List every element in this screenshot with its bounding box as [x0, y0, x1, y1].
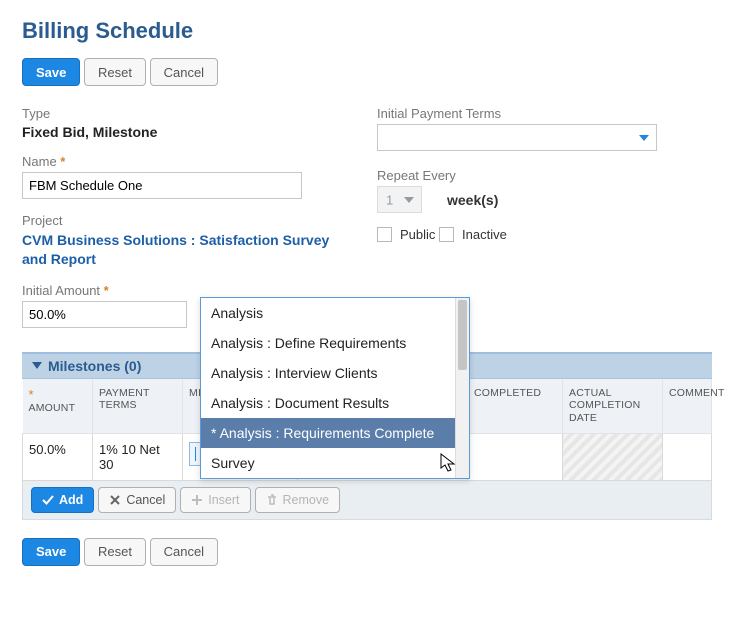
- reset-button[interactable]: Reset: [84, 58, 146, 86]
- inactive-label: Inactive: [462, 227, 507, 242]
- text-cursor-icon: [195, 447, 196, 461]
- page-title: Billing Schedule: [22, 18, 712, 44]
- initial-amount-label: Initial Amount: [22, 283, 357, 298]
- inactive-checkbox[interactable]: [439, 227, 454, 242]
- project-link[interactable]: CVM Business Solutions : Satisfaction Su…: [22, 231, 357, 269]
- cell-amount[interactable]: 50.0%: [23, 433, 93, 480]
- ipt-select[interactable]: [377, 124, 657, 151]
- row-buttons: Add Cancel Insert Remove: [22, 481, 712, 520]
- cell-completed[interactable]: [468, 433, 563, 480]
- scrollbar-thumb[interactable]: [458, 300, 467, 370]
- project-label: Project: [22, 213, 357, 228]
- type-label: Type: [22, 106, 357, 121]
- name-input[interactable]: [22, 172, 302, 199]
- inactive-checkbox-row: Inactive: [439, 227, 507, 242]
- dropdown-option[interactable]: Analysis : Document Results: [201, 388, 469, 418]
- cancel-button[interactable]: Cancel: [150, 58, 218, 86]
- col-payment-terms: PAYMENT TERMS: [93, 379, 183, 433]
- remove-row-button: Remove: [255, 487, 341, 513]
- save-button-footer[interactable]: Save: [22, 538, 80, 566]
- type-value: Fixed Bid, Milestone: [22, 124, 357, 140]
- cancel-row-button[interactable]: Cancel: [98, 487, 176, 513]
- footer-button-row: Save Reset Cancel: [22, 538, 712, 566]
- trash-icon: [266, 494, 278, 506]
- add-row-button[interactable]: Add: [31, 487, 94, 513]
- repeat-every-label: Repeat Every: [377, 168, 712, 183]
- chevron-down-icon: [404, 197, 414, 203]
- cell-comment[interactable]: [663, 433, 712, 480]
- save-button[interactable]: Save: [22, 58, 80, 86]
- repeat-every-select[interactable]: 1: [377, 186, 422, 213]
- check-icon: [42, 494, 54, 506]
- chevron-down-icon: [639, 135, 649, 141]
- public-label: Public: [400, 227, 435, 242]
- public-checkbox-row: Public: [377, 227, 435, 242]
- initial-amount-input[interactable]: [22, 301, 187, 328]
- dropdown-option[interactable]: Analysis : Interview Clients: [201, 358, 469, 388]
- reset-button-footer[interactable]: Reset: [84, 538, 146, 566]
- col-completed: COMPLETED: [468, 379, 563, 433]
- ipt-label: Initial Payment Terms: [377, 106, 712, 121]
- name-label: Name: [22, 154, 357, 169]
- col-amount: AMOUNT: [23, 379, 93, 433]
- col-comment: COMMENT: [663, 379, 712, 433]
- weeks-text: week(s): [447, 192, 498, 208]
- dropdown-option[interactable]: Analysis: [201, 298, 469, 328]
- cell-actual-date: [563, 433, 663, 480]
- dropdown-option[interactable]: Survey: [201, 448, 469, 478]
- x-icon: [109, 494, 121, 506]
- top-button-row: Save Reset Cancel: [22, 58, 712, 86]
- cancel-button-footer[interactable]: Cancel: [150, 538, 218, 566]
- collapse-triangle-icon: [32, 362, 42, 369]
- public-checkbox[interactable]: [377, 227, 392, 242]
- dropdown-option-selected[interactable]: * Analysis : Requirements Complete: [201, 418, 469, 448]
- col-actual-date: ACTUAL COMPLETION DATE: [563, 379, 663, 433]
- dropdown-scrollbar[interactable]: [455, 298, 469, 478]
- milestone-dropdown-popup[interactable]: Analysis Analysis : Define Requirements …: [200, 297, 470, 479]
- plus-icon: [191, 494, 203, 506]
- insert-row-button: Insert: [180, 487, 250, 513]
- cell-payment-terms[interactable]: 1% 10 Net 30: [93, 433, 183, 480]
- dropdown-option[interactable]: Analysis : Define Requirements: [201, 328, 469, 358]
